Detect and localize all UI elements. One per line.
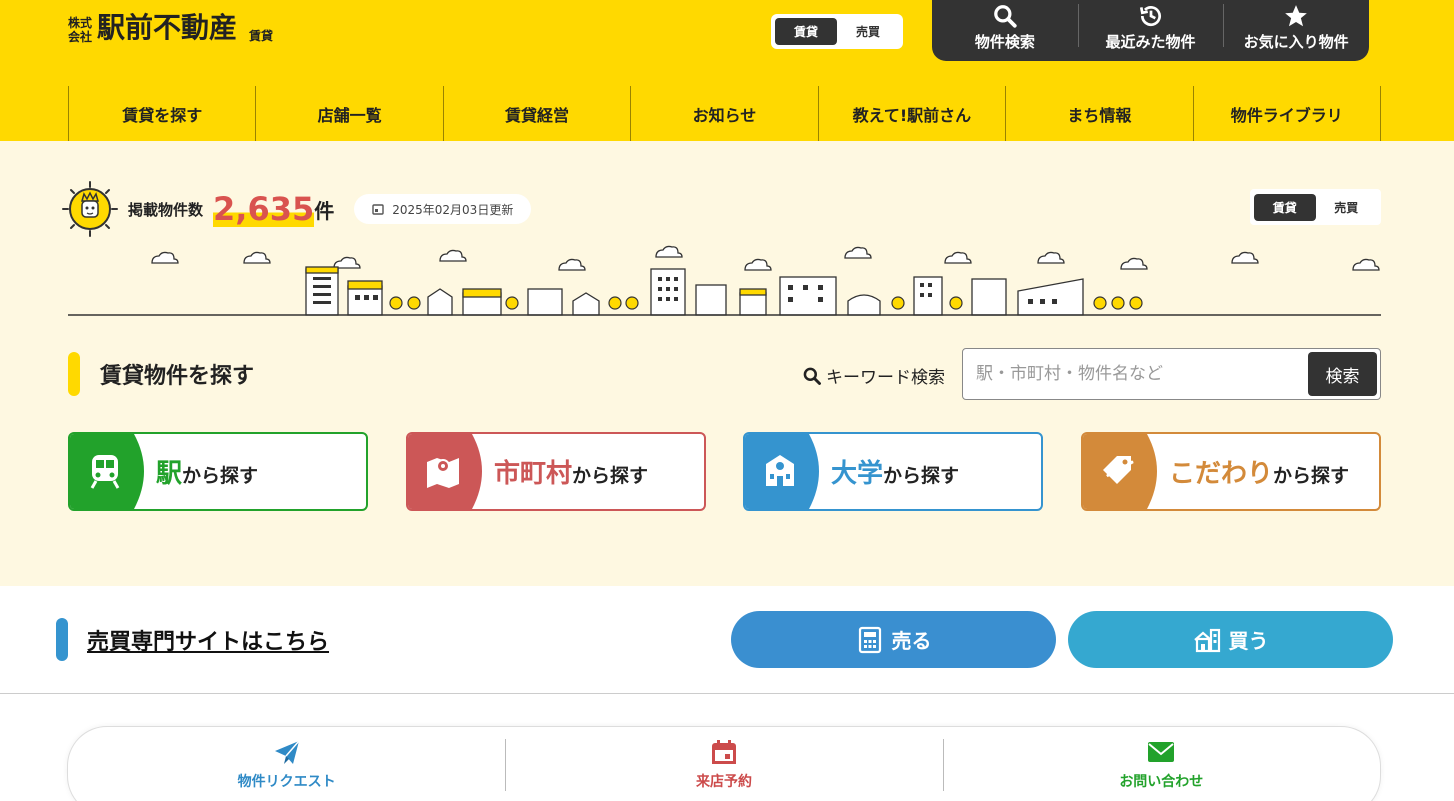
mail-icon — [1148, 742, 1175, 762]
preference-card-highlight: こだわり — [1169, 459, 1274, 489]
university-card-suffix: から探す — [883, 465, 960, 487]
city-card-suffix: から探す — [572, 465, 649, 487]
listing-count-unit: 件 — [314, 198, 335, 223]
nav-item-faq[interactable]: 教えて!駅前さん — [819, 86, 1007, 141]
calculator-icon — [858, 626, 881, 653]
star-icon — [1285, 5, 1308, 27]
keyword-search-box: 検索 — [962, 348, 1381, 400]
history-icon — [1139, 6, 1161, 27]
company-logo[interactable]: 株式 会社 駅前不動産 賃貸 — [68, 11, 274, 45]
update-date-text: 2025年02月03日更新 — [392, 202, 514, 217]
mascot-sun-icon — [60, 179, 120, 239]
nav-item-library[interactable]: 物件ライブラリ — [1194, 86, 1381, 141]
university-icon-zone — [745, 434, 825, 509]
recently-viewed-button[interactable]: 最近みた物件 — [1077, 0, 1224, 61]
train-icon — [90, 455, 120, 489]
quick-links-panel: 物件検索 最近みた物件 お気に入り物件 — [932, 0, 1369, 61]
search-by-university-card[interactable]: 大学から探す — [743, 432, 1043, 511]
logo-kabushiki: 株式 会社 — [68, 16, 92, 44]
contact-button[interactable]: お問い合わせ — [942, 727, 1380, 801]
sell-button[interactable]: 売る — [731, 611, 1056, 668]
buy-button[interactable]: 買う — [1068, 611, 1393, 668]
buy-label: 買う — [1228, 629, 1269, 653]
logo-tag: 賃貸 — [249, 29, 274, 43]
listing-count-number: 2,635 — [213, 190, 315, 228]
visit-reservation-button[interactable]: 来店予約 — [505, 727, 942, 801]
keyword-search-button[interactable]: 検索 — [1308, 352, 1377, 396]
heading-accent-bar — [68, 352, 80, 396]
nav-item-stores[interactable]: 店舗一覧 — [256, 86, 444, 141]
station-card-highlight: 駅 — [156, 459, 183, 489]
site-header: 株式 会社 駅前不動産 賃貸 賃貸 売買 物件検索 最近みた物件 お気に入り物件… — [0, 0, 1454, 141]
school-icon — [766, 455, 794, 486]
station-card-suffix: から探す — [182, 465, 259, 487]
station-icon-zone — [70, 434, 150, 509]
city-icon-zone — [408, 434, 488, 509]
switch-sale-button[interactable]: 売買 — [837, 18, 899, 45]
city-card-highlight: 市町村 — [494, 459, 573, 489]
sales-accent-bar — [56, 618, 68, 661]
property-request-button[interactable]: 物件リクエスト — [68, 727, 505, 801]
preference-card-suffix: から探す — [1273, 465, 1350, 487]
nav-item-news[interactable]: お知らせ — [631, 86, 819, 141]
logo-kabu-line2: 会社 — [68, 30, 93, 44]
logo-name: 駅前不動産 — [97, 11, 238, 44]
calendar-icon — [711, 740, 736, 764]
tag-icon — [1103, 456, 1134, 484]
rent-sale-switch-hero: 賃貸 売買 — [1250, 189, 1381, 225]
sales-site-link[interactable]: 売買専門サイトはこちら — [87, 624, 329, 656]
sell-label: 売る — [891, 629, 932, 653]
bottom-action-bar: 物件リクエスト 来店予約 お問い合わせ — [67, 726, 1381, 801]
nav-item-rent-search[interactable]: 賃貸を探す — [69, 86, 257, 141]
switch-rent-button[interactable]: 賃貸 — [775, 18, 837, 45]
rent-sale-switch-header: 賃貸 売買 — [771, 14, 903, 49]
sales-strip: 売買専門サイトはこちら 売る 買う — [0, 586, 1454, 694]
contact-label: お問い合わせ — [1119, 774, 1204, 790]
favorites-label: お気に入り物件 — [1243, 33, 1349, 51]
favorites-button[interactable]: お気に入り物件 — [1223, 0, 1369, 61]
property-request-label: 物件リクエスト — [237, 774, 336, 790]
search-icon — [803, 367, 821, 385]
rent-search-title: 賃貸物件を探す — [100, 364, 255, 389]
city-card-label: 市町村から探す — [494, 453, 648, 490]
search-by-city-card[interactable]: 市町村から探す — [406, 432, 706, 511]
hero-section: 掲載物件数 2,635 件 2025年02月03日更新 賃貸 売買 賃貸物件を探… — [0, 141, 1454, 586]
logo-kabu-line1: 株式 — [68, 16, 93, 30]
university-card-label: 大学から探す — [831, 453, 959, 490]
keyword-search-label: キーワード検索 — [802, 363, 945, 388]
map-icon — [427, 458, 459, 488]
search-icon — [993, 5, 1017, 28]
paper-plane-icon — [274, 740, 300, 764]
update-date-chip: 2025年02月03日更新 — [354, 194, 532, 224]
preference-icon-zone — [1083, 434, 1163, 509]
nav-item-town-info[interactable]: まち情報 — [1006, 86, 1194, 141]
search-by-preference-card[interactable]: こだわりから探す — [1081, 432, 1381, 511]
station-card-label: 駅から探す — [156, 453, 258, 490]
property-search-button[interactable]: 物件検索 — [932, 0, 1078, 61]
visit-reservation-label: 来店予約 — [695, 774, 752, 790]
hero-switch-rent-button[interactable]: 賃貸 — [1254, 194, 1316, 221]
hero-switch-sale-button[interactable]: 売買 — [1316, 194, 1378, 221]
search-by-station-card[interactable]: 駅から探す — [68, 432, 368, 511]
global-nav: 賃貸を探す 店舗一覧 賃貸経営 お知らせ 教えて!駅前さん まち情報 物件ライブ… — [68, 86, 1381, 141]
preference-card-label: こだわりから探す — [1169, 453, 1349, 490]
calendar-icon — [372, 204, 384, 215]
keyword-search-text: キーワード検索 — [826, 368, 945, 388]
keyword-search-input[interactable] — [966, 364, 1308, 384]
university-card-highlight: 大学 — [831, 459, 884, 489]
rent-search-heading: 賃貸物件を探す — [68, 352, 254, 396]
property-search-label: 物件検索 — [974, 33, 1035, 51]
cityscape-illustration — [68, 245, 1381, 316]
recently-viewed-label: 最近みた物件 — [1105, 33, 1196, 51]
house-building-icon — [1193, 628, 1220, 652]
listing-count-label: 掲載物件数 — [128, 200, 204, 219]
listing-count-row: 掲載物件数 2,635 件 2025年02月03日更新 — [60, 179, 532, 239]
search-method-cards: 駅から探す 市町村から探す 大学から探す こだわりから探す — [68, 432, 1381, 511]
nav-item-management[interactable]: 賃貸経営 — [444, 86, 632, 141]
